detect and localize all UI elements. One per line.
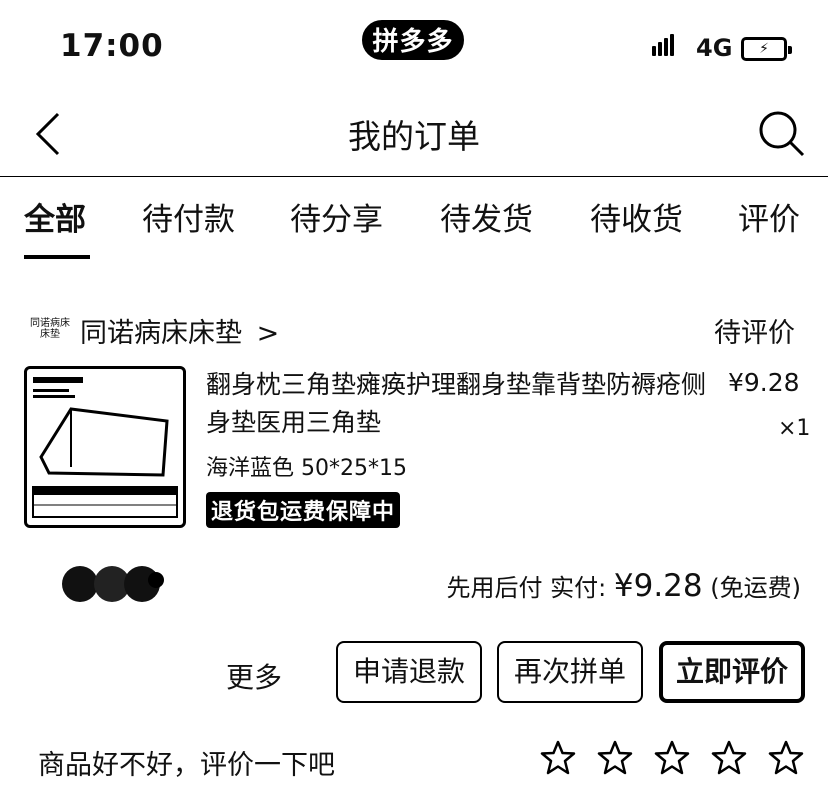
shop-name: 同诺病床床垫 (80, 318, 242, 349)
payment-label: 先用后付 实付: (446, 574, 607, 602)
active-tab-indicator (24, 255, 90, 259)
star-icon[interactable] (654, 740, 690, 776)
more-button[interactable]: 更多 (226, 656, 282, 696)
star-rating[interactable] (540, 740, 820, 780)
order-tabs: 全部 待付款 待分享 待发货 待收货 评价 (0, 194, 828, 264)
product-thumbnail[interactable] (24, 366, 186, 528)
tab-pending-share[interactable]: 待分享 (290, 194, 383, 239)
tab-pending-receipt[interactable]: 待收货 (590, 194, 683, 239)
network-type: 4G (696, 34, 733, 62)
chevron-right-icon: > (256, 318, 280, 349)
star-icon[interactable] (711, 740, 747, 776)
star-icon[interactable] (768, 740, 804, 776)
payment-amount: ¥9.28 (613, 568, 703, 604)
product-price: ¥9.28 (728, 368, 800, 397)
app-logo: 拼多多 (362, 20, 464, 60)
battery-charging-icon: ⚡ (741, 37, 792, 61)
product-quantity: ×1 (778, 416, 811, 441)
header-divider (0, 176, 828, 177)
tab-review[interactable]: 评价 (738, 194, 800, 239)
status-time: 17:00 (60, 28, 164, 64)
search-icon[interactable] (756, 108, 806, 158)
tab-pending-payment[interactable]: 待付款 (142, 194, 235, 239)
tab-all[interactable]: 全部 (24, 194, 86, 239)
product-title[interactable]: 翻身枕三角垫瘫痪护理翻身垫靠背垫防褥疮侧身垫医用三角垫 (206, 366, 706, 442)
redacted-avatars (60, 562, 166, 606)
refund-button[interactable]: 申请退款 (336, 641, 482, 703)
shipping-note: (免运费) (710, 574, 801, 602)
star-icon[interactable] (597, 740, 633, 776)
review-button[interactable]: 立即评价 (659, 641, 805, 703)
product-variant: 海洋蓝色 50*25*15 (206, 456, 407, 481)
order-status: 待评价 (714, 318, 795, 349)
shop-name-link[interactable]: 同诺病床床垫 > (80, 311, 279, 350)
star-icon[interactable] (540, 740, 576, 776)
shop-logo: 同诺病床床垫 (30, 318, 70, 340)
return-shipping-badge: 退货包运费保障中 (206, 492, 401, 528)
rebuy-button[interactable]: 再次拼单 (497, 641, 643, 703)
signal-icon (652, 34, 676, 56)
payment-summary: 先用后付 实付: ¥9.28 (免运费) (447, 568, 801, 604)
tab-pending-shipment[interactable]: 待发货 (440, 194, 533, 239)
rating-prompt: 商品好不好，评价一下吧 (38, 750, 335, 781)
page-title: 我的订单 (348, 117, 480, 156)
